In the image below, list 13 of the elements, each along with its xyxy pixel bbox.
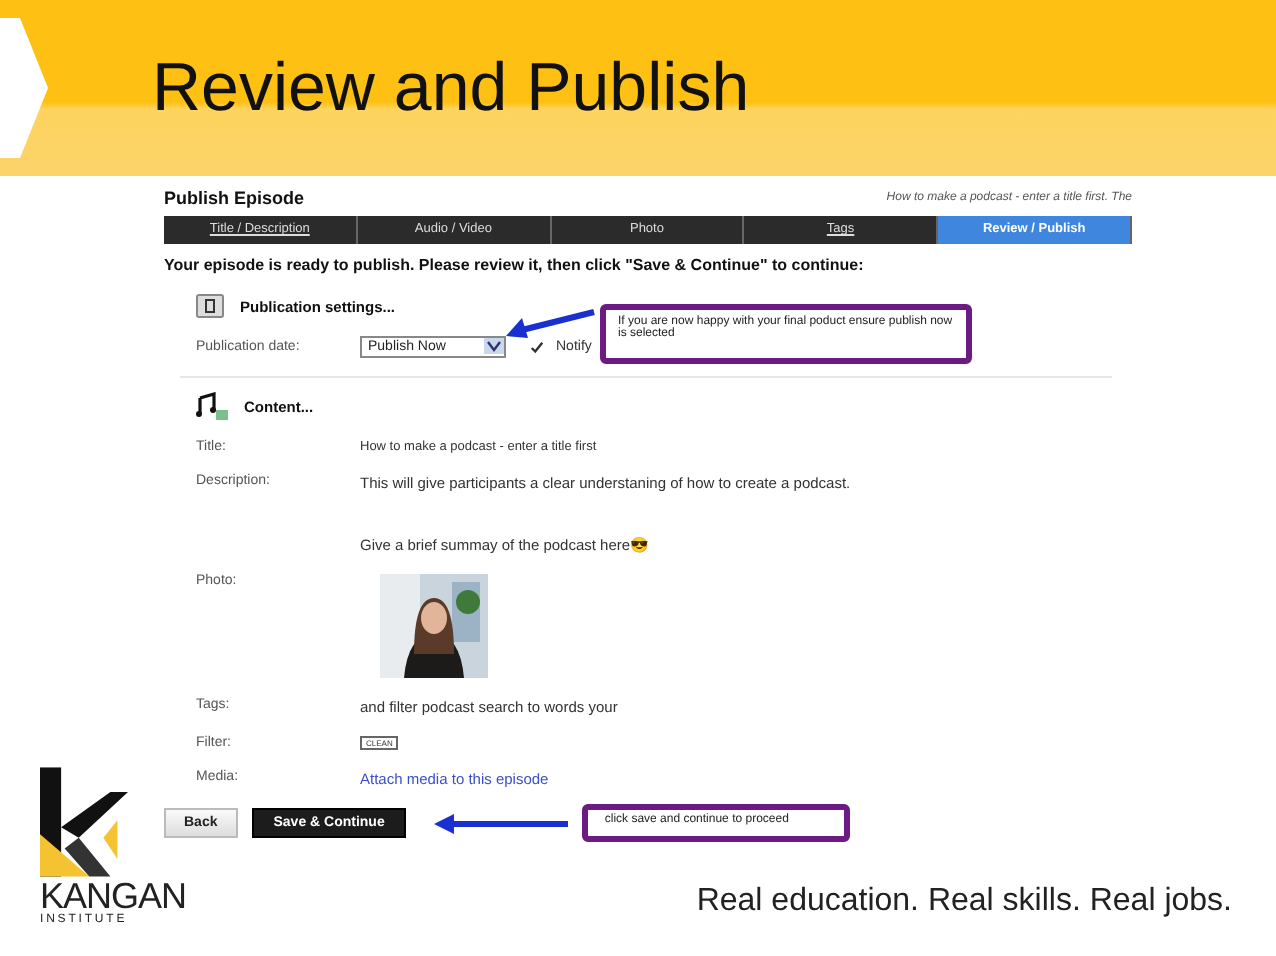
ready-message: Your episode is ready to publish. Please review it, then click "Save & Continue" to continue:	[164, 256, 866, 274]
notify-checkbox[interactable]	[530, 339, 544, 353]
slide-title: Review and Publish	[152, 49, 750, 127]
logo-icon	[40, 766, 128, 878]
arrow	[504, 308, 596, 340]
chevron-icon	[0, 18, 48, 158]
tagline: Real education. Real skills. Real jobs.	[696, 884, 1232, 920]
caret-icon	[484, 338, 504, 354]
page-title: Publish Episode	[164, 188, 305, 208]
arrow	[432, 811, 569, 835]
music-note-icon	[196, 392, 228, 420]
logo-name: KANGAN	[40, 878, 187, 914]
calendar-icon	[196, 294, 224, 318]
